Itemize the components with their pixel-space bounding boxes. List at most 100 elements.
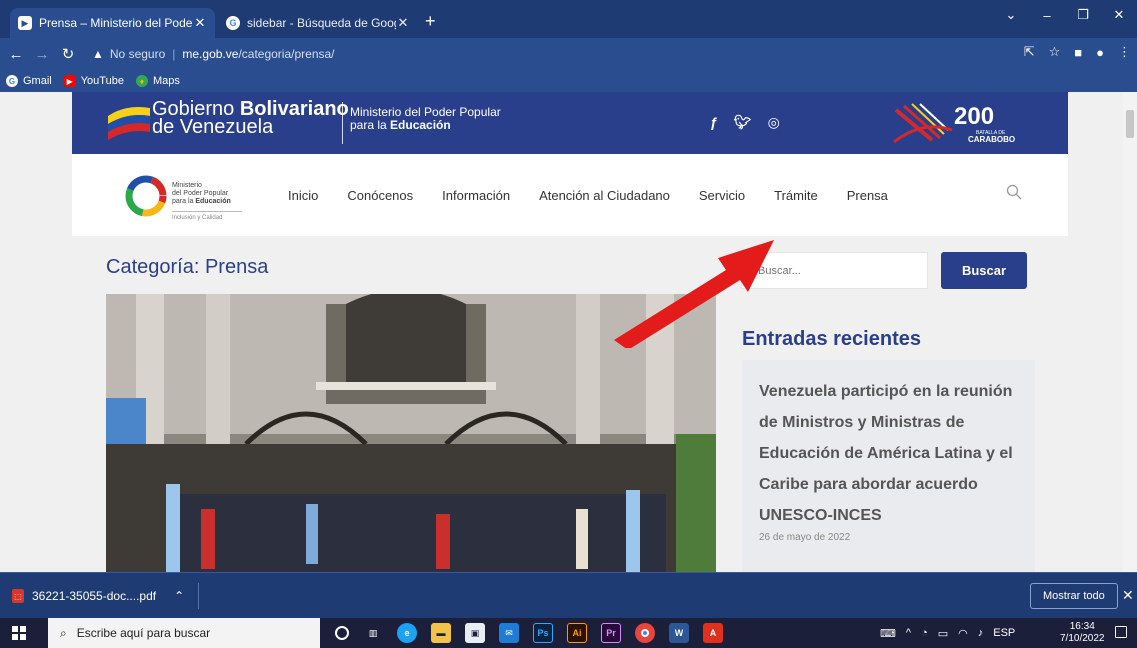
venezuela-flag-logo (108, 107, 150, 140)
main-content: Categoría: Prensa Buscar En (72, 236, 1068, 572)
bookmark-maps[interactable]: ♦ Maps (135, 75, 180, 87)
chrome-icon[interactable] (635, 623, 655, 643)
government-title: Gobierno Bolivariano de Venezuela (152, 98, 349, 138)
nav-prensa[interactable]: Prensa (847, 188, 888, 203)
nav-servicio[interactable]: Servicio (699, 188, 745, 203)
notifications-icon[interactable] (1115, 626, 1127, 638)
battery-icon[interactable]: ▭ (938, 627, 948, 640)
svg-text:CARABOBO: CARABOBO (968, 135, 1015, 144)
keyboard-icon[interactable]: ⌨ (880, 627, 896, 640)
system-clock[interactable]: 16:34 7/10/2022 (1060, 621, 1105, 645)
web-page: Gobierno Bolivariano de Venezuela Minist… (0, 92, 1137, 572)
back-arrow-icon[interactable]: ← (6, 46, 26, 63)
tab-title: sidebar - Búsqueda de Google (247, 16, 396, 30)
chevron-up-icon[interactable]: ^ (906, 627, 911, 639)
windows-taskbar: ⌕ Escribe aquí para buscar ▥ e ▬ ▣ ✉ Ps … (0, 618, 1137, 648)
taskbar-apps: ▥ e ▬ ▣ ✉ Ps Ai Pr W A (335, 623, 723, 643)
cortana-icon[interactable] (335, 626, 349, 640)
close-tab-icon[interactable]: ✕ (396, 15, 410, 31)
search-icon[interactable] (1006, 184, 1022, 200)
site-header: Ministerio del Poder Popular para la Edu… (72, 154, 1068, 236)
main-navigation: Inicio Conócenos Información Atención al… (288, 188, 888, 203)
nav-tramite[interactable]: Trámite (774, 188, 818, 203)
edge-icon[interactable]: e (397, 623, 417, 643)
forward-arrow-icon[interactable]: → (32, 46, 52, 63)
google-icon: G (226, 16, 240, 30)
tab-prensa[interactable]: ▶ Prensa – Ministerio del Poder Po ✕ (10, 8, 215, 38)
social-links: ƒ 🐦︎ ◎ (710, 114, 780, 131)
ministry-logo-text: Ministerio del Poder Popular para la Edu… (172, 182, 242, 222)
premiere-icon[interactable]: Pr (601, 623, 621, 643)
recent-posts-box: Venezuela participó en la reunión de Min… (742, 360, 1035, 572)
acrobat-icon[interactable]: A (703, 623, 723, 643)
show-all-downloads-button[interactable]: Mostrar todo (1030, 583, 1118, 609)
chevron-up-icon[interactable]: ⌃ (174, 589, 184, 603)
system-tray: ⌨ ^ ◔ ▭ ◠ ♪ ESP (880, 618, 1015, 648)
tab-search-icon[interactable]: ⌄ (993, 7, 1029, 23)
scrollbar-thumb[interactable] (1126, 110, 1134, 138)
page-scrollbar[interactable] (1123, 92, 1137, 572)
restore-button[interactable]: ❐ (1065, 7, 1101, 23)
close-tab-icon[interactable]: ✕ (193, 15, 207, 31)
windows-start-icon[interactable] (12, 626, 26, 640)
recent-post-date: 26 de mayo de 2022 (759, 532, 851, 543)
security-label: No seguro (109, 47, 166, 61)
sidepanel-icon[interactable]: ■ (1074, 45, 1082, 60)
bicentenario-carabobo-logo: 200 BATALLA DE CARABOBO (893, 103, 1015, 144)
page-title: Categoría: Prensa (106, 256, 269, 278)
network-icon[interactable]: ◔ (921, 627, 928, 639)
search-button[interactable]: Buscar (941, 252, 1027, 289)
ministry-title: Ministerio del Poder Popular para la Edu… (350, 105, 501, 132)
url-field[interactable]: ▲ No seguro | me.gob.ve /categoria/prens… (92, 43, 992, 65)
ministry-logo[interactable] (122, 172, 170, 220)
profile-icon[interactable]: ● (1096, 45, 1104, 60)
facebook-icon[interactable]: ƒ (710, 114, 718, 131)
download-bar: ⬚ 36221-35055-doc....pdf ⌃ Mostrar todo … (0, 572, 1137, 618)
word-icon[interactable]: W (669, 623, 689, 643)
instagram-icon[interactable]: ◎ (768, 114, 780, 131)
close-download-bar-icon[interactable]: ✕ (1122, 587, 1134, 604)
menu-icon[interactable]: ⋮ (1118, 44, 1131, 60)
address-bar-actions: ⇱ ☆ ■ ● ⋮ (1024, 44, 1131, 60)
store-icon[interactable]: ▣ (465, 623, 485, 643)
nav-conocenos[interactable]: Conócenos (347, 188, 413, 203)
language-indicator[interactable]: ESP (993, 627, 1015, 639)
photoshop-icon[interactable]: Ps (533, 623, 553, 643)
wifi-icon[interactable]: ◠ (958, 627, 968, 640)
tab-title: Prensa – Ministerio del Poder Po (39, 16, 193, 30)
url-path: /categoria/prensa/ (238, 47, 335, 61)
window-controls: ⌄ – ❐ ✕ (993, 0, 1137, 30)
bookmark-star-icon[interactable]: ☆ (1049, 44, 1061, 60)
taskbar-search-box[interactable]: ⌕ Escribe aquí para buscar (48, 618, 320, 648)
maps-icon: ♦ (135, 75, 148, 87)
youtube-icon: ▶ (63, 75, 76, 87)
warning-icon: ▲ (92, 47, 104, 61)
minimize-button[interactable]: – (1029, 8, 1065, 23)
mail-icon[interactable]: ✉ (499, 623, 519, 643)
share-icon[interactable]: ⇱ (1024, 44, 1035, 60)
close-window-button[interactable]: ✕ (1101, 7, 1137, 23)
pdf-file-icon: ⬚ (12, 589, 24, 603)
download-item[interactable]: ⬚ 36221-35055-doc....pdf ⌃ (12, 583, 200, 609)
illustrator-icon[interactable]: Ai (567, 623, 587, 643)
bookmark-youtube[interactable]: ▶ YouTube (63, 75, 124, 87)
nav-informacion[interactable]: Información (442, 188, 510, 203)
task-view-icon[interactable]: ▥ (363, 623, 383, 643)
site-favicon: ▶ (18, 16, 32, 30)
taskbar-search-placeholder: Escribe aquí para buscar (76, 626, 211, 640)
volume-icon[interactable]: ♪ (978, 627, 984, 639)
file-explorer-icon[interactable]: ▬ (431, 623, 451, 643)
address-bar: ← → ↻ ▲ No seguro | me.gob.ve /categoria… (0, 38, 1137, 70)
reload-icon[interactable]: ↻ (58, 45, 78, 63)
google-icon: G (6, 75, 18, 87)
nav-atencion-ciudadano[interactable]: Atención al Ciudadano (539, 188, 670, 203)
nav-inicio[interactable]: Inicio (288, 188, 318, 203)
search-icon: ⌕ (60, 625, 67, 640)
svg-text:200: 200 (954, 103, 994, 130)
recent-post-link[interactable]: Venezuela participó en la reunión de Min… (759, 376, 1029, 531)
new-tab-button[interactable]: + (425, 12, 436, 30)
bookmark-gmail[interactable]: G Gmail (6, 75, 52, 87)
government-banner: Gobierno Bolivariano de Venezuela Minist… (72, 92, 1068, 154)
twitter-icon[interactable]: 🐦︎ (734, 114, 752, 131)
tab-google-search[interactable]: G sidebar - Búsqueda de Google ✕ (218, 8, 418, 38)
